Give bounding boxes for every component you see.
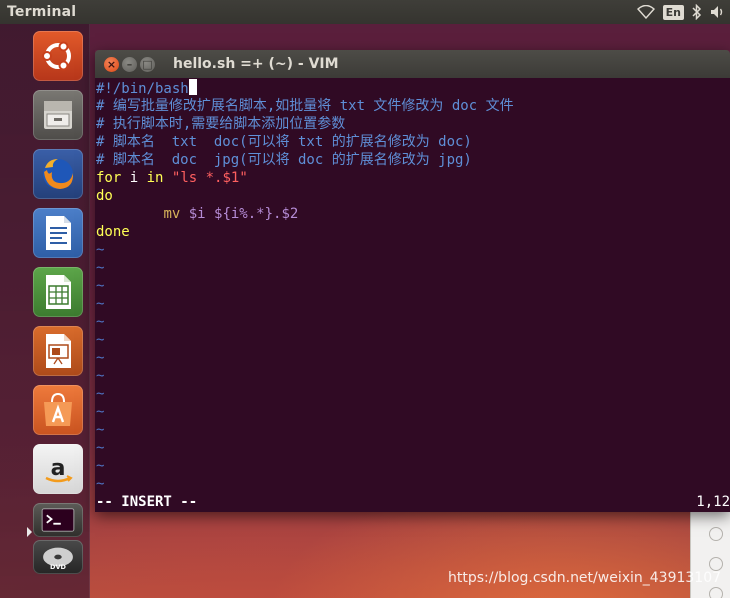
top-panel: Terminal En xyxy=(0,0,730,24)
wifi-icon[interactable] xyxy=(636,0,655,24)
close-button[interactable]: × xyxy=(104,56,119,72)
window-title: hello.sh =+ (~) - VIM xyxy=(173,56,339,72)
libreoffice-impress-icon[interactable] xyxy=(33,326,83,376)
empty-line-marker: ~ xyxy=(96,260,105,276)
window-titlebar[interactable]: × – □ hello.sh =+ (~) - VIM xyxy=(95,50,730,78)
unity-launcher: a DVD xyxy=(0,24,90,598)
vim-editor[interactable]: #!/bin/bash # 编写批量修改扩展名脚本,如批量将 txt 文件修改为… xyxy=(95,78,730,512)
code-line: #!/bin/bash xyxy=(96,79,730,97)
firefox-icon[interactable] xyxy=(33,149,83,199)
cursor-position: 1,12 xyxy=(696,494,730,510)
vim-mode-indicator: -- INSERT -- xyxy=(96,494,198,510)
empty-line-marker: ~ xyxy=(96,440,105,456)
software-center-icon[interactable] xyxy=(33,385,83,435)
ubuntu-dash-icon[interactable] xyxy=(33,31,83,81)
bluetooth-icon[interactable] xyxy=(692,0,702,24)
code-comment: # 编写批量修改扩展名脚本,如批量将 txt 文件修改为 doc 文件 xyxy=(96,98,514,114)
string-literal: "ls *.$1" xyxy=(171,170,248,186)
terminal-icon[interactable] xyxy=(33,503,83,537)
libreoffice-writer-icon[interactable] xyxy=(33,208,83,258)
svg-text:a: a xyxy=(51,456,66,481)
radio-icon[interactable] xyxy=(709,527,723,541)
empty-line-marker: ~ xyxy=(96,476,105,492)
keyword-for: for xyxy=(96,170,122,186)
volume-icon[interactable] xyxy=(710,0,726,24)
amazon-icon[interactable]: a xyxy=(33,444,83,494)
empty-line-marker: ~ xyxy=(96,242,105,258)
watermark-text: https://blog.csdn.net/weixin_43913107 xyxy=(448,570,722,586)
active-app-title: Terminal xyxy=(7,4,77,20)
empty-line-marker: ~ xyxy=(96,368,105,384)
loop-variable: i xyxy=(121,170,147,186)
dvd-icon[interactable]: DVD xyxy=(33,540,83,574)
radio-icon[interactable] xyxy=(709,587,723,598)
libreoffice-calc-icon[interactable] xyxy=(33,267,83,317)
empty-line-marker: ~ xyxy=(96,278,105,294)
empty-line-marker: ~ xyxy=(96,296,105,312)
keyword-do: do xyxy=(96,188,113,204)
empty-line-marker: ~ xyxy=(96,314,105,330)
vim-status-line: -- INSERT -- 1,12 xyxy=(96,493,730,511)
code-comment: # 脚本名 txt doc(可以将 txt 的扩展名修改为 doc) xyxy=(96,134,472,150)
code-line: mv $i ${i%.*}.$2 xyxy=(96,205,730,223)
mv-arguments: $i ${i%.*}.$2 xyxy=(180,206,299,222)
files-icon[interactable] xyxy=(33,90,83,140)
radio-icon[interactable] xyxy=(709,557,723,571)
empty-line-marker: ~ xyxy=(96,350,105,366)
code-comment: # 执行脚本时,需要给脚本添加位置参数 xyxy=(96,116,346,132)
keyword-in: in xyxy=(146,170,164,186)
language-label: En xyxy=(662,4,684,20)
code-comment: # 脚本名 doc jpg(可以将 doc 的扩展名修改为 jpg) xyxy=(96,152,472,168)
keyword-done: done xyxy=(96,224,130,240)
keyboard-language-indicator[interactable]: En xyxy=(662,0,684,24)
minimize-button[interactable]: – xyxy=(122,56,137,72)
text-cursor xyxy=(188,79,197,95)
system-tray: En xyxy=(629,0,730,24)
terminal-window: × – □ hello.sh =+ (~) - VIM #!/bin/bash … xyxy=(95,50,730,512)
empty-line-marker: ~ xyxy=(96,422,105,438)
code-line: for i in "ls *.$1" xyxy=(96,169,730,187)
empty-line-marker: ~ xyxy=(96,458,105,474)
mv-command: mv xyxy=(163,206,181,222)
empty-line-marker: ~ xyxy=(96,332,105,348)
empty-line-marker: ~ xyxy=(96,386,105,402)
svg-text:DVD: DVD xyxy=(50,563,66,571)
empty-line-marker: ~ xyxy=(96,404,105,420)
maximize-button[interactable]: □ xyxy=(140,56,155,72)
active-app-indicator xyxy=(27,527,32,537)
shebang: #!/bin/bash xyxy=(96,81,189,97)
